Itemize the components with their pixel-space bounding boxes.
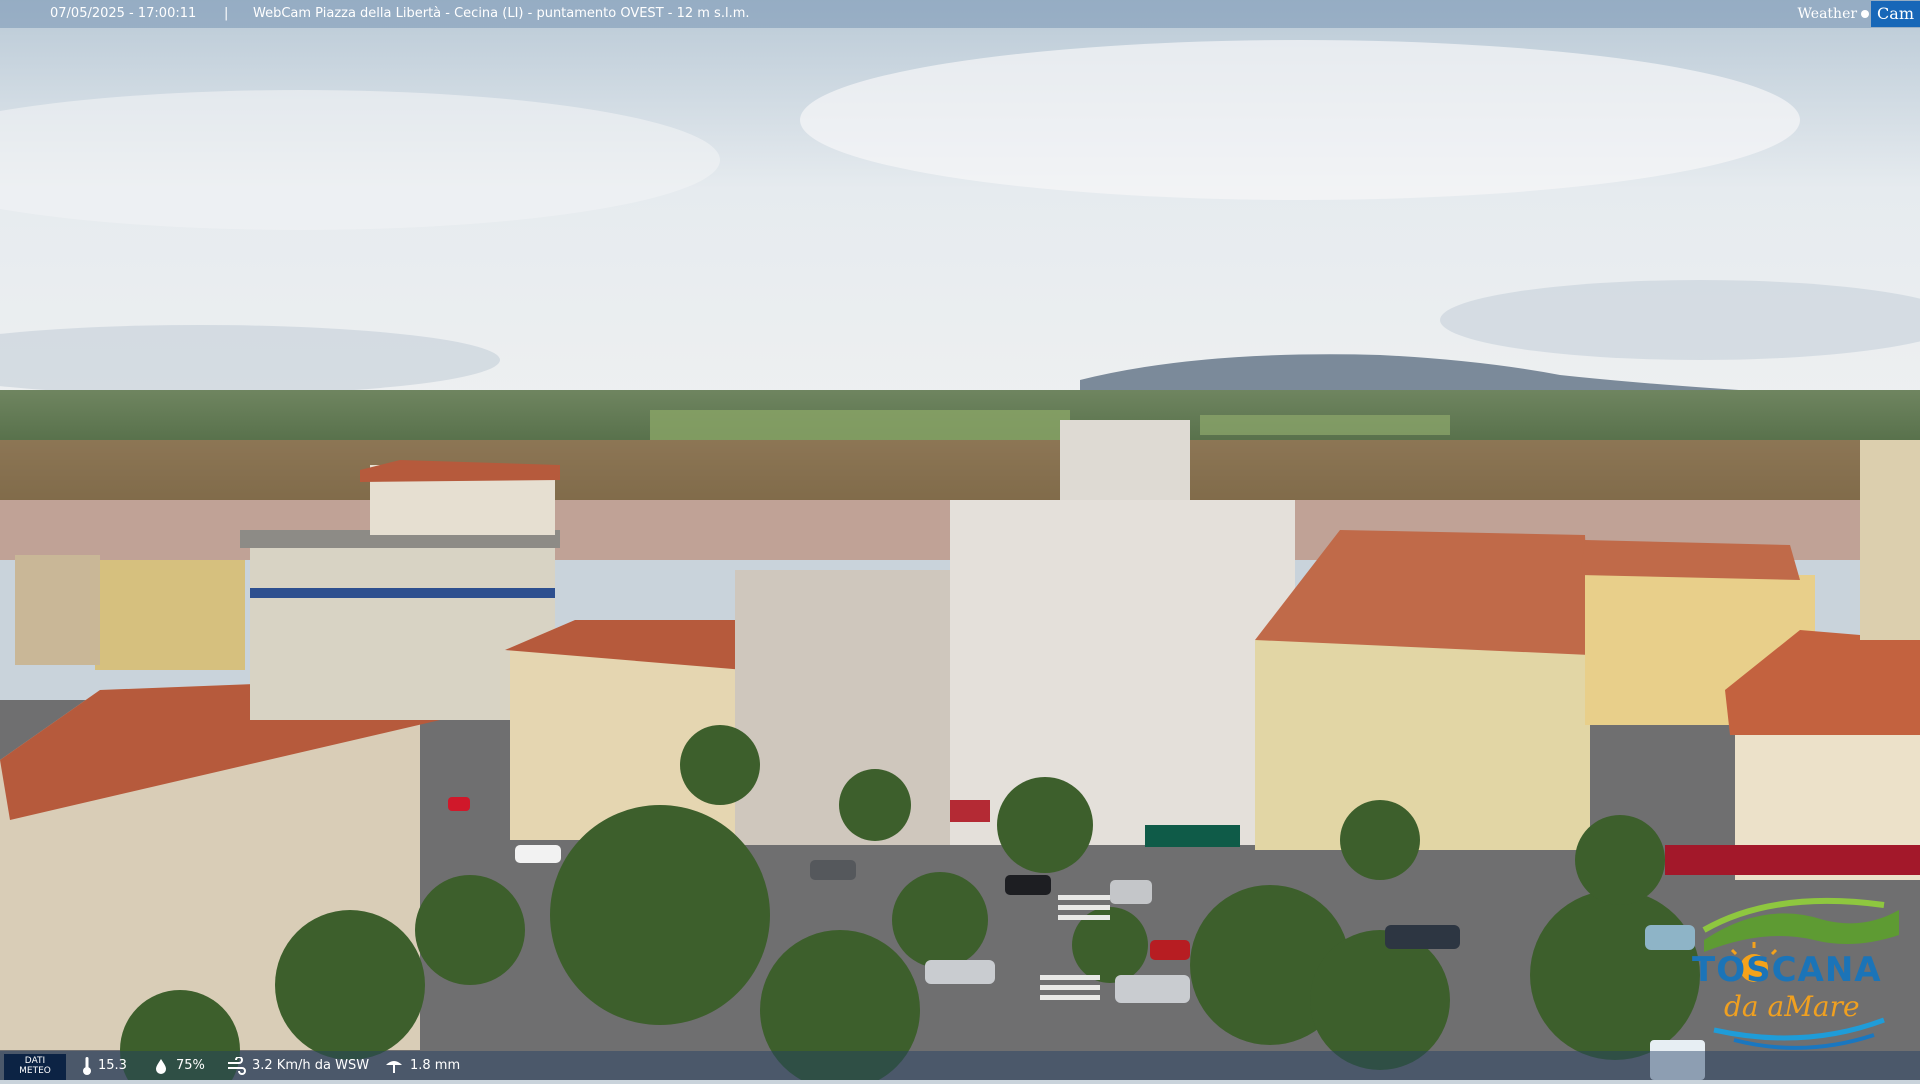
rain-value: 1.8 mm <box>410 1058 461 1073</box>
temperature-value: 15.3 <box>98 1058 127 1073</box>
logo-title: TOSCANA <box>1692 950 1882 990</box>
webcam-title: WebCam Piazza della Libertà - Cecina (LI… <box>253 6 750 21</box>
wind-value: 3.2 Km/h da WSW <box>252 1058 370 1073</box>
city-view-image <box>0 0 1920 1084</box>
weather-data-bar: DATI METEO 15.3 75% 3.2 Km/h da WSW 1.8 … <box>0 1051 1920 1080</box>
toscana-da-amare-logo: TOSCANA da aMare <box>1684 890 1914 1060</box>
wind-icon <box>228 1056 246 1075</box>
brand-dot-icon <box>1861 10 1870 18</box>
webcam-scene <box>0 0 1920 1084</box>
humidity-drop-icon <box>156 1058 166 1074</box>
weathercam-logo: Weather Cam <box>1798 0 1920 28</box>
brand-cam-text: Cam <box>1871 1 1920 27</box>
thermometer-icon <box>83 1056 91 1075</box>
weather-data-label: DATI METEO <box>4 1054 66 1080</box>
rain-stat: 1.8 mm <box>384 1051 460 1080</box>
humidity-value: 75% <box>176 1058 205 1073</box>
timestamp: 07/05/2025 - 17:00:11 <box>50 6 197 21</box>
rain-gauge-icon <box>386 1060 402 1073</box>
webcam-header-bar: 07/05/2025 - 17:00:11 | WebCam Piazza de… <box>0 0 1920 28</box>
temperature-stat: 15.3 <box>82 1051 127 1080</box>
brand-weather-text: Weather <box>1797 6 1858 22</box>
wind-stat: 3.2 Km/h da WSW <box>226 1051 369 1080</box>
humidity-stat: 75% <box>152 1051 205 1080</box>
weather-label-line2: METEO <box>19 1066 51 1076</box>
weather-label-line1: DATI <box>24 1056 46 1066</box>
header-separator: | <box>224 6 229 21</box>
logo-subtitle: da aMare <box>1724 990 1860 1023</box>
